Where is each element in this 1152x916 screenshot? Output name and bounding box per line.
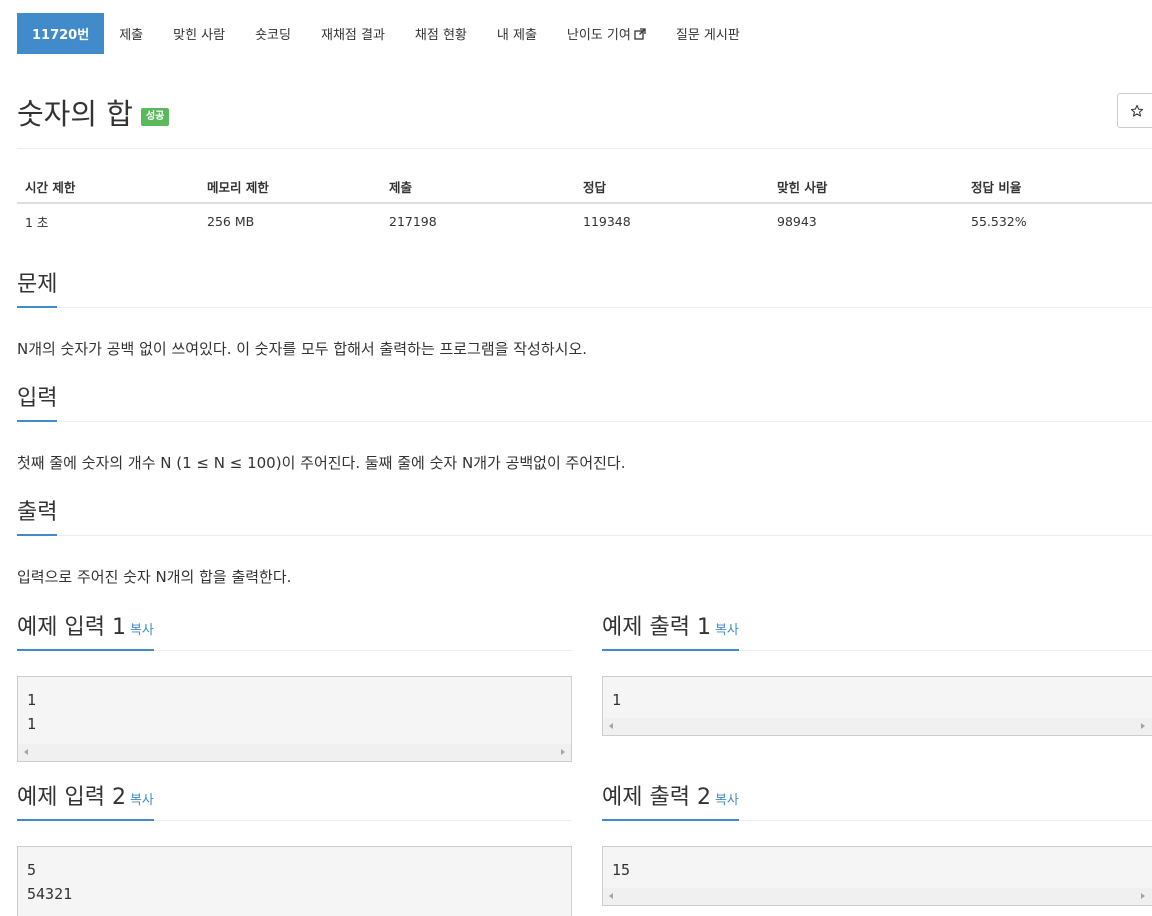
output-description: 입력으로 주어진 숫자 N개의 합을 출력한다.: [17, 568, 292, 586]
memory-limit-value: 256 MB: [207, 214, 255, 229]
favorite-button[interactable]: [1117, 93, 1152, 128]
solved-users-value: 98943: [777, 214, 817, 229]
tab-solved-users[interactable]: 맞힌 사람: [158, 13, 240, 54]
scroll-right-arrow-icon[interactable]: [1141, 723, 1145, 729]
submissions-value: 217198: [389, 214, 437, 229]
tab-difficulty-contribution-label: 난이도 기여: [566, 28, 631, 43]
accept-ratio-header: 정답 비율: [963, 170, 1152, 204]
title-divider: [17, 148, 1152, 149]
external-link-icon: [634, 27, 646, 40]
sample-input-1-text: 1 1: [27, 691, 37, 733]
page-title: 숫자의 합: [17, 97, 133, 131]
sample-output-2-heading: 예제 출력 2 복사: [602, 779, 739, 821]
sample-output-1-heading: 예제 출력 1 복사: [602, 609, 739, 651]
sample-output-1-header: 예제 출력 1 복사: [602, 611, 1152, 651]
problem-section-header: 문제: [17, 268, 1152, 308]
star-outline-icon: [1130, 104, 1144, 117]
tab-rejudge-results[interactable]: 재채점 결과: [306, 13, 400, 54]
status-badge: 성공: [140, 108, 170, 126]
sample-input-1-heading: 예제 입력 1 복사: [17, 609, 154, 651]
tab-judge-status[interactable]: 채점 현황: [400, 13, 482, 54]
sample-input-2-title: 예제 입력 2: [17, 785, 126, 810]
input-description: 첫째 줄에 숫자의 개수 N (1 ≤ N ≤ 100)이 주어진다. 둘째 줄…: [17, 454, 626, 472]
accepted-value: 119348: [583, 214, 631, 229]
time-limit-header: 시간 제한: [17, 170, 199, 204]
tab-short-coding[interactable]: 숏코딩: [240, 13, 306, 54]
scroll-left-arrow-icon[interactable]: [24, 749, 28, 755]
output-section-header: 출력: [17, 496, 1152, 536]
sample-input-2-header: 예제 입력 2 복사: [17, 781, 572, 821]
info-value-row: 1 초 256 MB 217198 119348 98943 55.532%: [17, 203, 1152, 239]
sample-output-1-box[interactable]: 1: [602, 676, 1152, 736]
sample-input-2-box[interactable]: 5 54321: [17, 846, 572, 916]
info-header-row: 시간 제한 메모리 제한 제출 정답 맞힌 사람 정답 비율: [17, 170, 1152, 204]
sample-output-1-scrollbar[interactable]: [603, 718, 1152, 735]
tab-my-submissions[interactable]: 내 제출: [482, 13, 552, 54]
solved-users-header: 맞힌 사람: [769, 170, 963, 204]
scroll-right-arrow-icon[interactable]: [561, 749, 565, 755]
tab-question-board[interactable]: 질문 게시판: [661, 13, 755, 54]
tab-problem[interactable]: 11720번: [17, 13, 105, 54]
problem-title-row: 숫자의 합 성공: [17, 91, 170, 133]
problem-info-table: 시간 제한 메모리 제한 제출 정답 맞힌 사람 정답 비율 1 초 256 M…: [17, 170, 1152, 239]
tab-difficulty-contribution[interactable]: 난이도 기여: [552, 13, 661, 54]
sample-output-2-box[interactable]: 15: [602, 846, 1152, 906]
submissions-header: 제출: [381, 170, 575, 204]
sample-input-1-box[interactable]: 1 1: [17, 676, 572, 762]
scroll-left-arrow-icon[interactable]: [609, 893, 613, 899]
sample-output-2-scrollbar[interactable]: [603, 888, 1152, 905]
scroll-right-arrow-icon[interactable]: [1141, 893, 1145, 899]
input-heading: 입력: [17, 380, 58, 422]
problem-heading: 문제: [17, 266, 58, 308]
sample-output-1-title: 예제 출력 1: [602, 615, 711, 640]
copy-sample-output-2-button[interactable]: 복사: [715, 793, 739, 808]
sample-input-1-scrollbar[interactable]: [18, 744, 571, 761]
problem-tab-nav: 11720번 제출 맞힌 사람 숏코딩 재채점 결과 채점 현황 내 제출 난이…: [17, 13, 755, 54]
tab-submit[interactable]: 제출: [104, 13, 158, 54]
sample-input-1-header: 예제 입력 1 복사: [17, 611, 572, 651]
sample-output-2-text: 15: [612, 861, 631, 879]
copy-sample-input-2-button[interactable]: 복사: [130, 793, 154, 808]
sample-output-2-title: 예제 출력 2: [602, 785, 711, 810]
sample-input-2-heading: 예제 입력 2 복사: [17, 779, 154, 821]
input-section-header: 입력: [17, 382, 1152, 422]
sample-output-2-header: 예제 출력 2 복사: [602, 781, 1152, 821]
sample-output-1-text: 1: [612, 691, 622, 709]
scroll-left-arrow-icon[interactable]: [609, 723, 613, 729]
copy-sample-output-1-button[interactable]: 복사: [715, 623, 739, 638]
accepted-header: 정답: [575, 170, 769, 204]
output-heading: 출력: [17, 494, 58, 536]
time-limit-value: 1 초: [25, 215, 49, 230]
copy-sample-input-1-button[interactable]: 복사: [130, 623, 154, 638]
problem-description: N개의 숫자가 공백 없이 쓰여있다. 이 숫자를 모두 합해서 출력하는 프로…: [17, 340, 588, 358]
sample-input-2-text: 5 54321: [27, 861, 73, 903]
sample-input-1-title: 예제 입력 1: [17, 615, 126, 640]
memory-limit-header: 메모리 제한: [199, 170, 381, 204]
accept-ratio-value: 55.532%: [971, 214, 1027, 229]
